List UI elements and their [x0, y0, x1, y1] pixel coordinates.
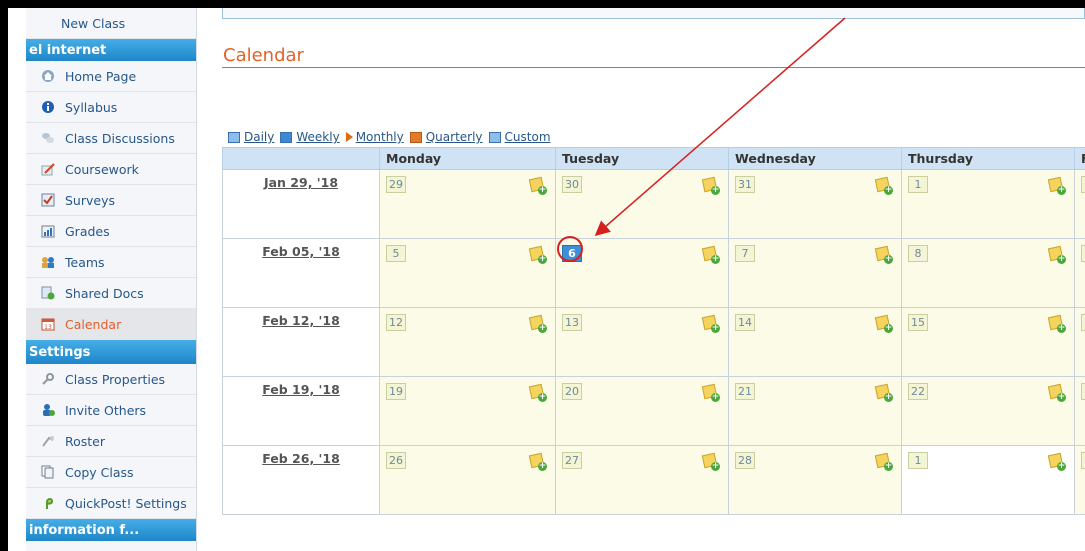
- annotation-arrow: [594, 17, 846, 236]
